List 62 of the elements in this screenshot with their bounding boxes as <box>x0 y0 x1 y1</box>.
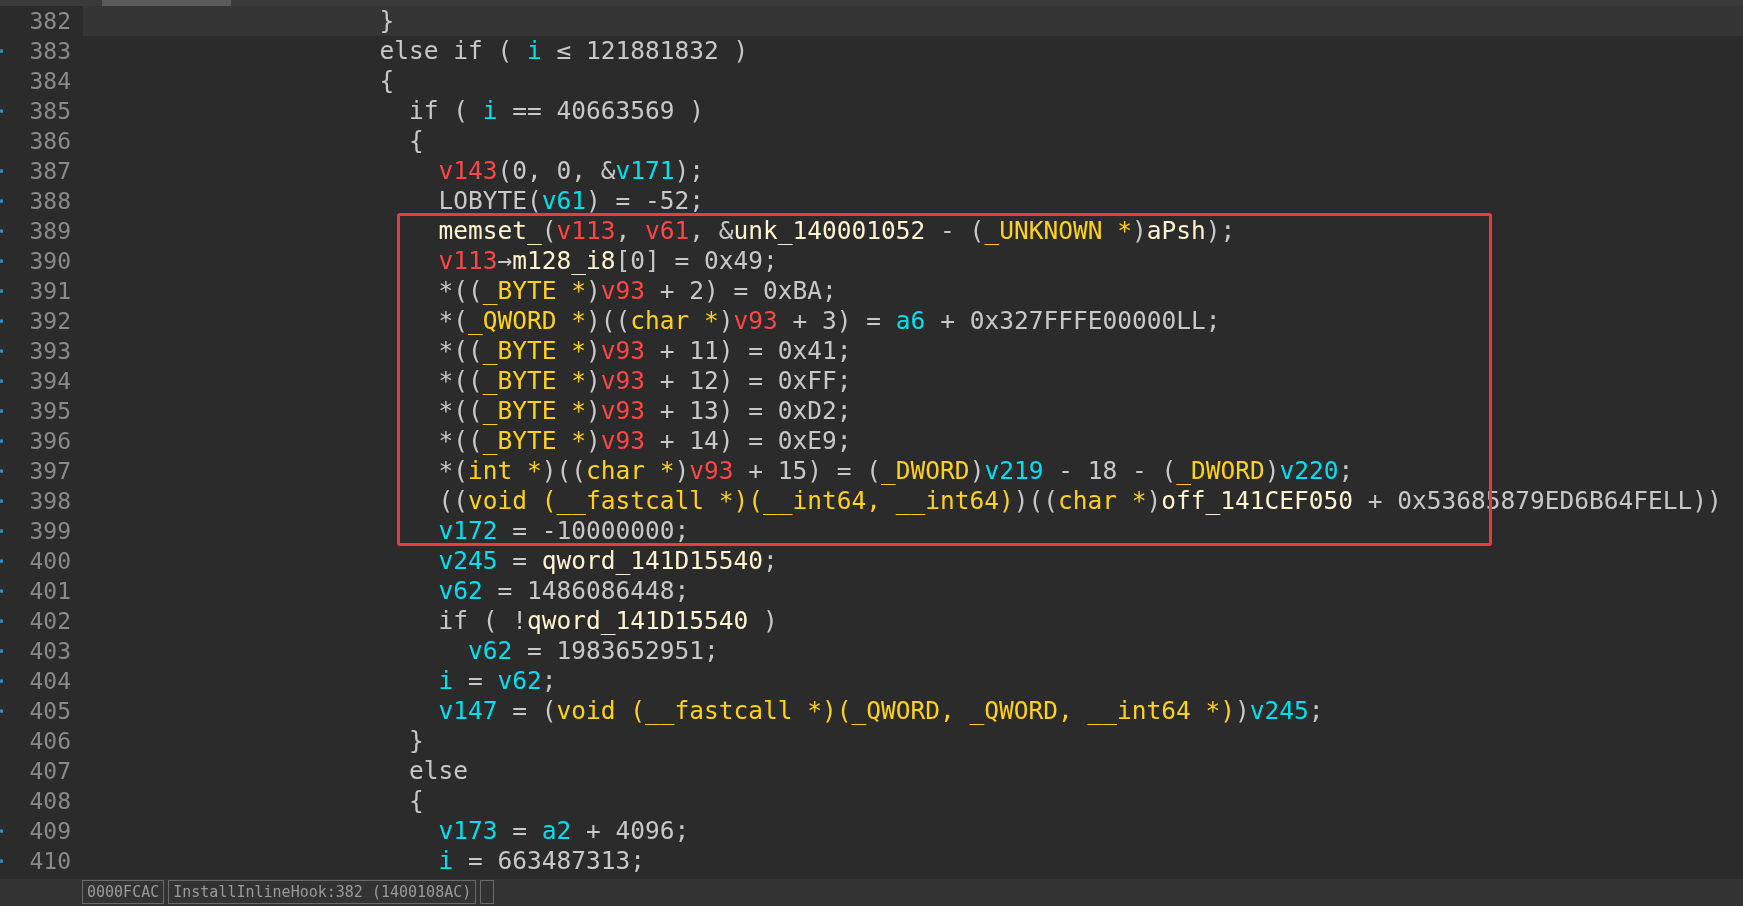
status-address: 0000FCAC <box>82 880 165 904</box>
line-number: 410 <box>29 846 71 876</box>
line-number: 397 <box>29 456 71 486</box>
line-number: 389 <box>29 216 71 246</box>
code-line: else if ( i ≤ 121881832 ) <box>378 36 749 66</box>
horizontal-scrollbar[interactable] <box>0 0 1743 6</box>
line-number: 394 <box>29 366 71 396</box>
line-number: 390 <box>29 246 71 276</box>
line-number: 399 <box>29 516 71 546</box>
line-number: 386 <box>29 126 71 156</box>
status-panel <box>480 880 495 904</box>
code-line: *((_BYTE *)v93 + 13) = 0xD2; <box>437 396 852 426</box>
line-number: 383 <box>29 36 71 66</box>
line-number: 395 <box>29 396 71 426</box>
line-number: 393 <box>29 336 71 366</box>
code-line: i = v62; <box>437 666 557 696</box>
code-line: v62 = 1983652951; <box>467 636 719 666</box>
line-number: 396 <box>29 426 71 456</box>
line-number: 392 <box>29 306 71 336</box>
code-line: v113→m128_i8[0] = 0x49; <box>437 246 778 276</box>
line-number: 406 <box>29 726 71 756</box>
code-line: i = 663487313; <box>437 846 646 876</box>
code-line: } <box>378 6 395 36</box>
code-line: *((_BYTE *)v93 + 12) = 0xFF; <box>437 366 852 396</box>
status-location: InstallInlineHook:382 (1400108AC) <box>168 880 477 904</box>
code-line: *((_BYTE *)v93 + 14) = 0xE9; <box>437 426 852 456</box>
line-number: 384 <box>29 66 71 96</box>
code-line: { <box>378 66 395 96</box>
scrollbar-thumb[interactable] <box>102 0 231 6</box>
code-line: v245 = qword_141D15540; <box>437 546 778 576</box>
line-number: 408 <box>29 786 71 816</box>
code-line: *(_QWORD *)((char *)v93 + 3) = a6 + 0x327FFFE00000LL; <box>437 306 1221 336</box>
line-number: 385 <box>29 96 71 126</box>
code-line: LOBYTE(v61) = -52; <box>437 186 705 216</box>
line-number: 387 <box>29 156 71 186</box>
code-line: if ( !qword_141D15540 ) <box>437 606 778 636</box>
code-line: *((_BYTE *)v93 + 11) = 0x41; <box>437 336 852 366</box>
code-line: { <box>408 786 424 816</box>
code-line: v147 = (void (__fastcall *)(_QWORD, _QWORD, __int64 *))v245; <box>437 696 1324 726</box>
code-line: else <box>408 756 468 786</box>
line-number: 407 <box>29 756 71 786</box>
line-number: 398 <box>29 486 71 516</box>
code-line: memset_(v113, v61, &unk_140001052 - (_UNKNOWN *)aPsh); <box>437 216 1236 246</box>
line-number: 404 <box>29 666 71 696</box>
line-number: 403 <box>29 636 71 666</box>
code-line: v62 = 1486086448; <box>437 576 690 606</box>
code-line: *(int *)((char *)v93 + 15) = (_DWORD)v219 - 18 - (_DWORD)v220; <box>437 456 1354 486</box>
code-line: v173 = a2 + 4096; <box>437 816 690 846</box>
code-line: if ( i == 40663569 ) <box>408 96 705 126</box>
line-number: 388 <box>29 186 71 216</box>
line-number: 391 <box>29 276 71 306</box>
code-line: { <box>408 126 424 156</box>
line-number: 405 <box>29 696 71 726</box>
line-number: 401 <box>29 576 71 606</box>
line-number: 382 <box>29 6 71 36</box>
line-number: 409 <box>29 816 71 846</box>
code-line: *((_BYTE *)v93 + 2) = 0xBA; <box>437 276 837 306</box>
code-line: } <box>408 726 424 756</box>
code-line: v172 = -10000000; <box>437 516 690 546</box>
line-number: 400 <box>29 546 71 576</box>
line-number: 402 <box>29 606 71 636</box>
code-line: v143(0, 0, &v171); <box>437 156 705 186</box>
